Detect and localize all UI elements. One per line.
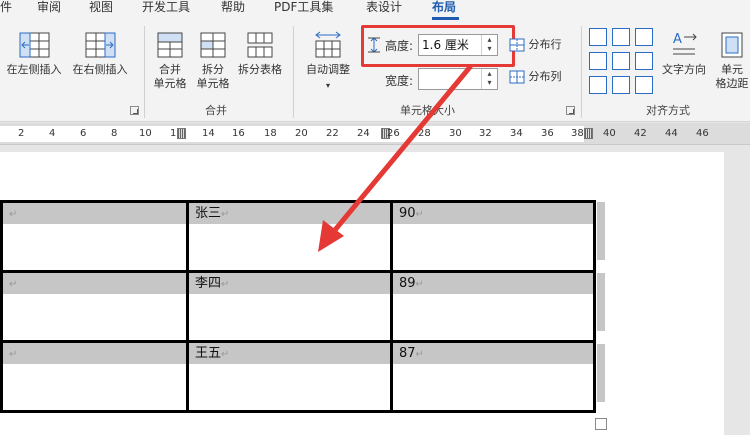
annotation-arrow [318,64,473,252]
